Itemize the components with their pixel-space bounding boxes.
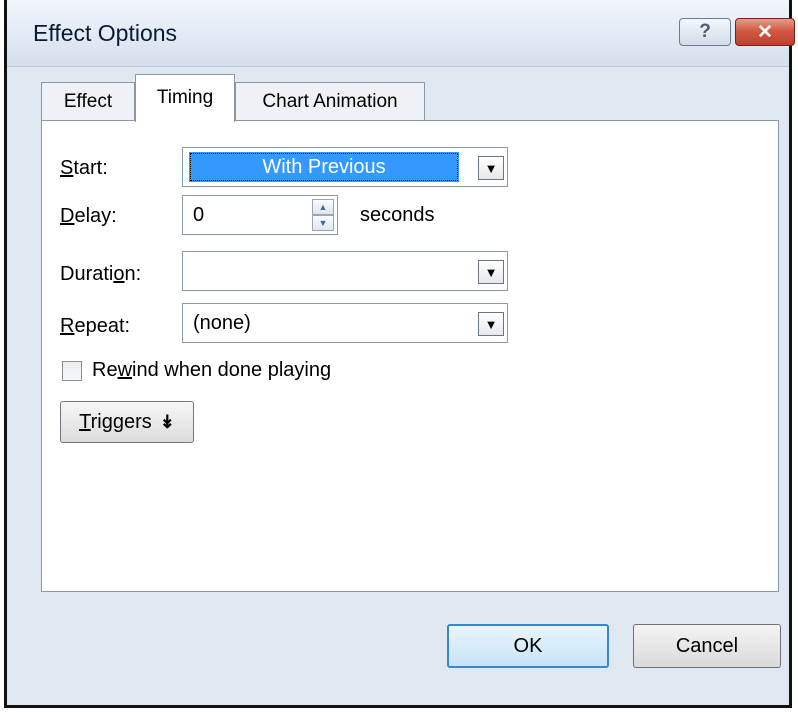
chevron-down-icon: ▼ bbox=[484, 160, 498, 176]
help-icon: ? bbox=[699, 21, 711, 42]
repeat-label: Repeat: bbox=[60, 315, 131, 337]
chevron-down-icon: ▼ bbox=[484, 316, 498, 332]
triggers-button[interactable]: Triggers ↡ bbox=[60, 401, 194, 443]
tab-chart-animation-label: Chart Animation bbox=[262, 90, 398, 112]
start-dropdown-value: With Previous bbox=[189, 152, 459, 182]
repeat-dropdown[interactable]: (none) ▼ bbox=[182, 303, 508, 343]
rewind-checkbox-label[interactable]: Rewind when done playing bbox=[92, 359, 331, 382]
spin-up-icon: ▲ bbox=[318, 202, 328, 212]
timing-tab-panel: Start: With Previous ▼ Delay: 0 ▲ ▼ seco… bbox=[41, 120, 779, 592]
close-button[interactable]: ✕ bbox=[735, 18, 795, 46]
duration-dropdown[interactable]: ▼ bbox=[182, 251, 508, 291]
window-title: Effect Options bbox=[33, 20, 178, 46]
ok-button[interactable]: OK bbox=[447, 624, 609, 668]
delay-unit-label: seconds bbox=[360, 204, 435, 226]
cancel-button-label: Cancel bbox=[675, 634, 739, 657]
tab-effect-label: Effect bbox=[63, 90, 113, 112]
delay-decrement-button[interactable]: ▼ bbox=[312, 215, 334, 231]
repeat-dropdown-button[interactable]: ▼ bbox=[478, 312, 504, 336]
rewind-checkbox[interactable] bbox=[62, 361, 82, 381]
delay-increment-button[interactable]: ▲ bbox=[312, 199, 334, 215]
delay-spinner[interactable]: 0 ▲ ▼ bbox=[182, 195, 338, 235]
triggers-label: Triggers bbox=[79, 410, 152, 433]
start-label: Start: bbox=[60, 157, 108, 179]
title-bar[interactable]: Effect Options ? ✕ bbox=[7, 0, 795, 67]
duration-label: Duration: bbox=[60, 263, 142, 285]
tab-chart-animation[interactable]: Chart Animation bbox=[235, 82, 425, 120]
repeat-dropdown-value[interactable]: (none) bbox=[193, 304, 251, 342]
start-dropdown[interactable]: With Previous ▼ bbox=[182, 147, 508, 187]
start-dropdown-button[interactable]: ▼ bbox=[478, 156, 504, 180]
double-chevron-down-icon: ↡ bbox=[159, 411, 175, 432]
tab-effect[interactable]: Effect bbox=[41, 82, 135, 120]
chevron-down-icon: ▼ bbox=[484, 264, 498, 280]
tab-timing-label: Timing bbox=[156, 87, 214, 108]
spin-down-icon: ▼ bbox=[318, 218, 328, 228]
tab-timing[interactable]: Timing bbox=[135, 74, 235, 122]
cancel-button[interactable]: Cancel bbox=[633, 624, 781, 668]
effect-options-dialog: Effect Options ? ✕ Effect Timing Chart A… bbox=[4, 0, 795, 708]
help-button[interactable]: ? bbox=[679, 18, 731, 46]
delay-input[interactable]: 0 bbox=[193, 196, 204, 234]
duration-dropdown-button[interactable]: ▼ bbox=[478, 260, 504, 284]
close-icon: ✕ bbox=[757, 21, 773, 43]
ok-button-label: OK bbox=[513, 634, 543, 657]
delay-label: Delay: bbox=[60, 205, 117, 227]
